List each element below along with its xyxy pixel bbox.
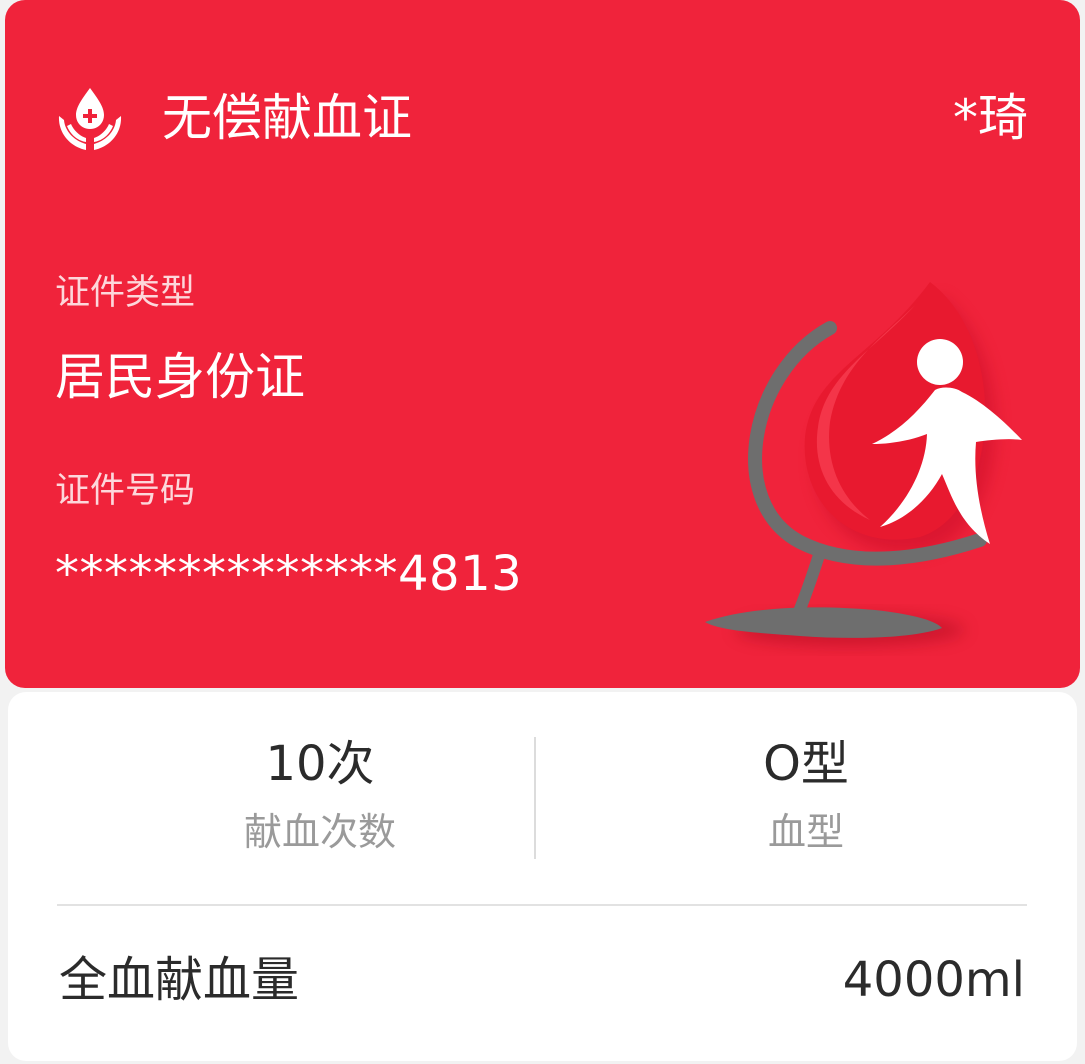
- id-type-value: 居民身份证: [55, 348, 305, 406]
- id-number-value: **************4813: [55, 546, 523, 602]
- id-number-label: 证件号码: [55, 471, 196, 511]
- stats-divider: [534, 737, 536, 859]
- section-divider: [57, 904, 1027, 906]
- card-title: 无偿献血证: [162, 89, 412, 147]
- whole-blood-volume-value: 4000ml: [842, 952, 1025, 1008]
- blood-type-stat[interactable]: O型 血型: [606, 732, 1006, 856]
- whole-blood-volume-label: 全血献血量: [59, 952, 300, 1008]
- donation-count-value: 10次: [265, 736, 375, 792]
- blood-drop-hands-icon: [58, 88, 122, 150]
- donation-summary-panel: 10次 献血次数 O型 血型 全血献血量 4000ml: [8, 692, 1077, 1061]
- donation-count-label: 献血次数: [243, 810, 396, 854]
- holder-name: *琦: [953, 89, 1028, 147]
- donation-count-stat[interactable]: 10次 献血次数: [120, 732, 520, 856]
- blood-type-label: 血型: [767, 810, 844, 854]
- donation-certificate-card[interactable]: 无偿献血证 *琦 证件类型 居民身份证 证件号码 **************4…: [5, 0, 1080, 688]
- blood-type-value: O型: [763, 736, 849, 792]
- id-type-label: 证件类型: [55, 273, 196, 313]
- blood-drop-person-emblem: [705, 282, 1022, 646]
- blood-donation-screen: 无偿献血证 *琦 证件类型 居民身份证 证件号码 **************4…: [0, 0, 1085, 1064]
